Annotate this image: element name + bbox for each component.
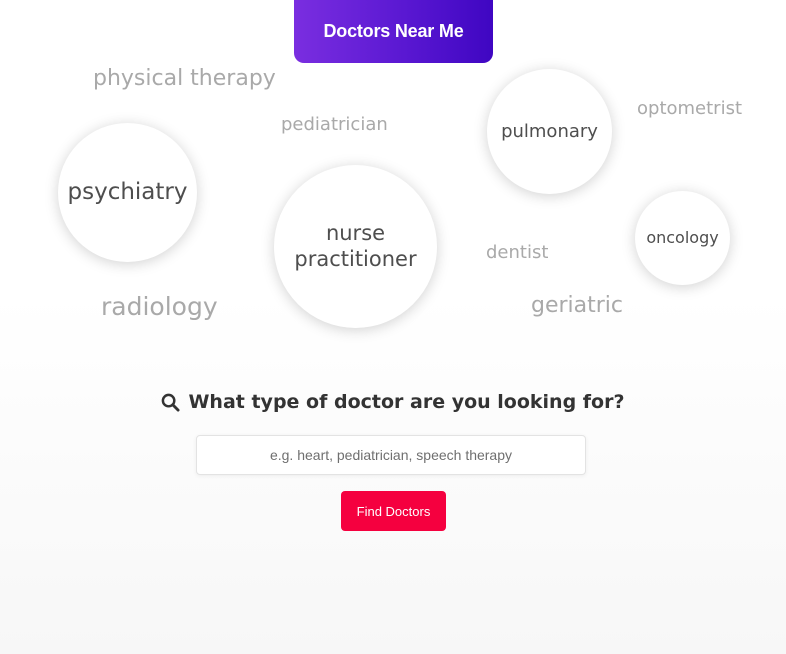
- bubble-oncology[interactable]: oncology: [635, 191, 730, 285]
- specialty-geriatric[interactable]: geriatric: [531, 293, 623, 318]
- specialty-pediatrician[interactable]: pediatrician: [281, 114, 388, 135]
- find-doctors-button[interactable]: Find Doctors: [341, 491, 446, 531]
- bubble-oncology-label: oncology: [646, 228, 719, 248]
- specialty-dentist[interactable]: dentist: [486, 242, 548, 263]
- search-input[interactable]: [196, 435, 586, 475]
- brand-title: Doctors Near Me: [323, 21, 464, 41]
- bubble-psychiatry[interactable]: psychiatry: [58, 123, 197, 262]
- specialty-optometrist[interactable]: optometrist: [637, 98, 742, 119]
- search-icon: [162, 393, 180, 412]
- bubble-nurse-practitioner-line2: practitioner: [294, 246, 417, 271]
- search-heading: What type of doctor are you looking for?: [0, 388, 786, 416]
- specialty-radiology[interactable]: radiology: [101, 292, 218, 321]
- brand-tab[interactable]: Doctors Near Me: [294, 0, 493, 63]
- specialty-physical-therapy[interactable]: physical therapy: [93, 66, 276, 91]
- bubble-pulmonary-label: pulmonary: [501, 120, 598, 142]
- search-heading-text: What type of doctor are you looking for?: [188, 391, 625, 413]
- bubble-pulmonary[interactable]: pulmonary: [487, 69, 612, 194]
- page: Doctors Near Me physical therapy pediatr…: [0, 0, 786, 654]
- bubble-nurse-practitioner[interactable]: nurse practitioner: [274, 165, 437, 328]
- bubble-psychiatry-label: psychiatry: [67, 178, 188, 205]
- bubble-nurse-practitioner-line1: nurse: [325, 221, 386, 246]
